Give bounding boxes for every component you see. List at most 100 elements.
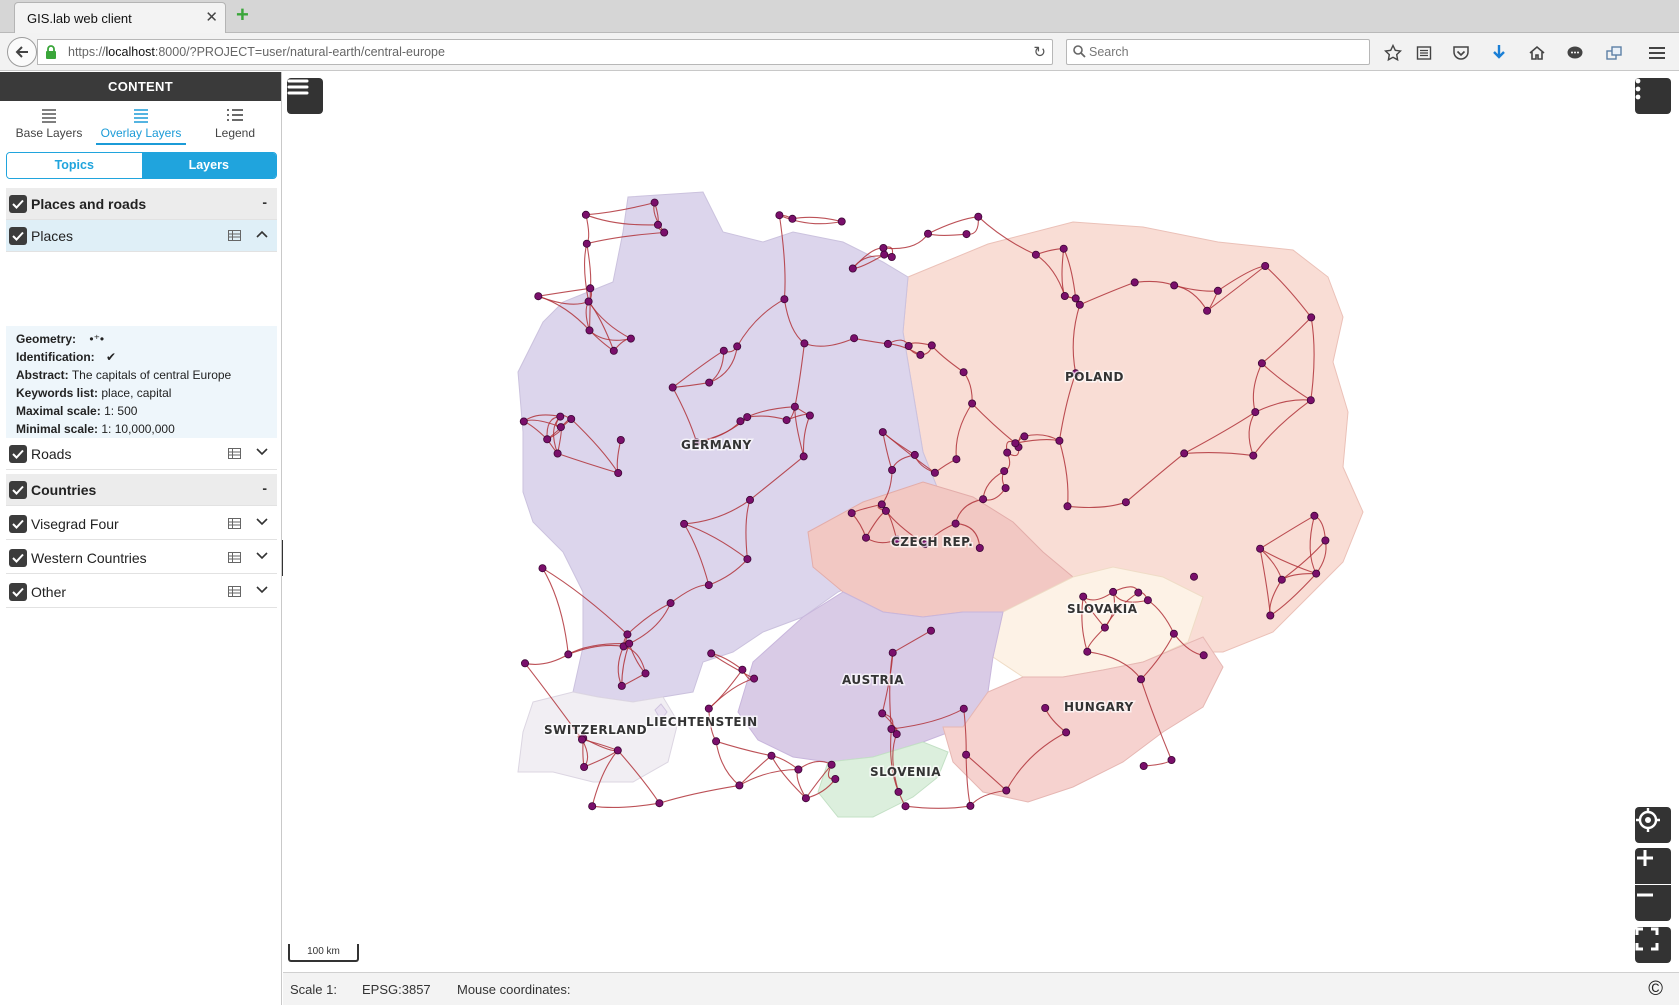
place-marker[interactable]	[887, 252, 896, 261]
place-marker[interactable]	[743, 555, 752, 564]
place-marker[interactable]	[880, 250, 889, 259]
zoom-out-button[interactable]	[1635, 885, 1671, 921]
place-marker[interactable]	[750, 674, 759, 683]
place-marker[interactable]	[1020, 432, 1029, 441]
layer-row-roads[interactable]: Roads	[6, 438, 277, 470]
place-marker[interactable]	[927, 626, 936, 635]
place-marker[interactable]	[1312, 569, 1321, 578]
place-marker[interactable]	[979, 495, 988, 504]
chevron-down-icon[interactable]	[256, 552, 268, 560]
chevron-down-icon[interactable]	[256, 586, 268, 594]
tab-base-layers[interactable]: Base Layers	[10, 105, 88, 145]
place-marker[interactable]	[1109, 587, 1118, 596]
subtab-topics[interactable]: Topics	[7, 153, 142, 178]
search-bar[interactable]: Search	[1066, 39, 1370, 65]
place-marker[interactable]	[959, 704, 968, 713]
map-menu-button[interactable]	[287, 78, 323, 114]
place-marker[interactable]	[1306, 396, 1315, 405]
layer-checkbox[interactable]	[9, 515, 27, 533]
place-marker[interactable]	[848, 264, 857, 273]
collapse-group-button[interactable]: -	[262, 480, 267, 496]
place-marker[interactable]	[850, 334, 859, 343]
place-marker[interactable]	[1100, 623, 1109, 632]
place-marker[interactable]	[1062, 728, 1071, 737]
place-marker[interactable]	[962, 230, 971, 239]
place-marker[interactable]	[878, 428, 887, 437]
tab-overlay-layers[interactable]: Overlay Layers	[96, 105, 186, 145]
attribute-table-icon[interactable]	[228, 518, 241, 529]
place-marker[interactable]	[1031, 250, 1040, 259]
chevron-up-icon[interactable]	[256, 230, 268, 238]
place-marker[interactable]	[1277, 575, 1286, 584]
place-marker[interactable]	[887, 725, 896, 734]
place-marker[interactable]	[924, 229, 933, 238]
place-marker[interactable]	[1137, 675, 1146, 684]
collapse-group-button[interactable]: -	[262, 194, 267, 210]
place-marker[interactable]	[1134, 588, 1143, 597]
place-marker[interactable]	[962, 750, 971, 759]
bookmark-star-icon[interactable]	[1382, 42, 1404, 64]
place-marker[interactable]	[1310, 511, 1319, 520]
place-marker[interactable]	[519, 417, 528, 426]
attribute-table-icon[interactable]	[228, 230, 241, 241]
place-marker[interactable]	[655, 799, 664, 808]
place-marker[interactable]	[534, 292, 543, 301]
layer-row-places[interactable]: Places	[6, 220, 277, 252]
place-marker[interactable]	[888, 465, 897, 474]
place-marker[interactable]	[799, 452, 808, 461]
place-marker[interactable]	[878, 709, 887, 718]
place-marker[interactable]	[800, 339, 809, 348]
place-marker[interactable]	[586, 284, 595, 293]
place-marker[interactable]	[901, 802, 910, 811]
place-marker[interactable]	[553, 449, 562, 458]
place-marker[interactable]	[609, 346, 618, 355]
place-marker[interactable]	[1169, 629, 1178, 638]
zoom-in-button[interactable]	[1635, 848, 1671, 884]
place-marker[interactable]	[904, 341, 913, 350]
place-marker[interactable]	[951, 519, 960, 528]
place-marker[interactable]	[707, 649, 716, 658]
place-marker[interactable]	[543, 435, 552, 444]
place-marker[interactable]	[653, 220, 662, 229]
place-marker[interactable]	[613, 746, 622, 755]
place-marker[interactable]	[847, 509, 856, 518]
place-marker[interactable]	[1213, 286, 1222, 295]
extension-icon[interactable]	[1603, 42, 1625, 64]
place-marker[interactable]	[1266, 611, 1275, 620]
place-marker[interactable]	[894, 787, 903, 796]
place-marker[interactable]	[1071, 294, 1080, 303]
map-canvas[interactable]: GERMANY POLAND CZECH REP. SLOVAKIA AUSTR…	[283, 72, 1679, 972]
layer-checkbox[interactable]	[9, 227, 27, 245]
place-marker[interactable]	[1190, 572, 1199, 581]
place-marker[interactable]	[1002, 786, 1011, 795]
place-marker[interactable]	[625, 639, 634, 648]
place-marker[interactable]	[580, 763, 589, 772]
attribute-table-icon[interactable]	[228, 586, 241, 597]
place-marker[interactable]	[738, 665, 747, 674]
place-marker[interactable]	[801, 794, 810, 803]
attribute-table-icon[interactable]	[228, 448, 241, 459]
place-marker[interactable]	[827, 760, 836, 769]
layer-row-western-countries[interactable]: Western Countries	[6, 542, 277, 574]
place-marker[interactable]	[1143, 596, 1152, 605]
place-marker[interactable]	[538, 564, 547, 573]
place-marker[interactable]	[1167, 756, 1176, 765]
place-marker[interactable]	[1249, 451, 1258, 460]
home-icon[interactable]	[1526, 42, 1548, 64]
place-marker[interactable]	[975, 543, 984, 552]
attribute-table-icon[interactable]	[228, 552, 241, 563]
place-marker[interactable]	[1256, 544, 1265, 553]
place-marker[interactable]	[1055, 436, 1064, 445]
place-marker[interactable]	[1180, 449, 1189, 458]
place-marker[interactable]	[883, 339, 892, 348]
place-marker[interactable]	[927, 341, 936, 350]
place-marker[interactable]	[1060, 291, 1069, 300]
place-marker[interactable]	[556, 423, 565, 432]
place-marker[interactable]	[745, 495, 754, 504]
place-marker[interactable]	[974, 212, 983, 221]
place-marker[interactable]	[959, 368, 968, 377]
place-marker[interactable]	[704, 581, 713, 590]
layer-checkbox[interactable]	[9, 549, 27, 567]
place-marker[interactable]	[617, 681, 626, 690]
place-marker[interactable]	[1130, 278, 1139, 287]
